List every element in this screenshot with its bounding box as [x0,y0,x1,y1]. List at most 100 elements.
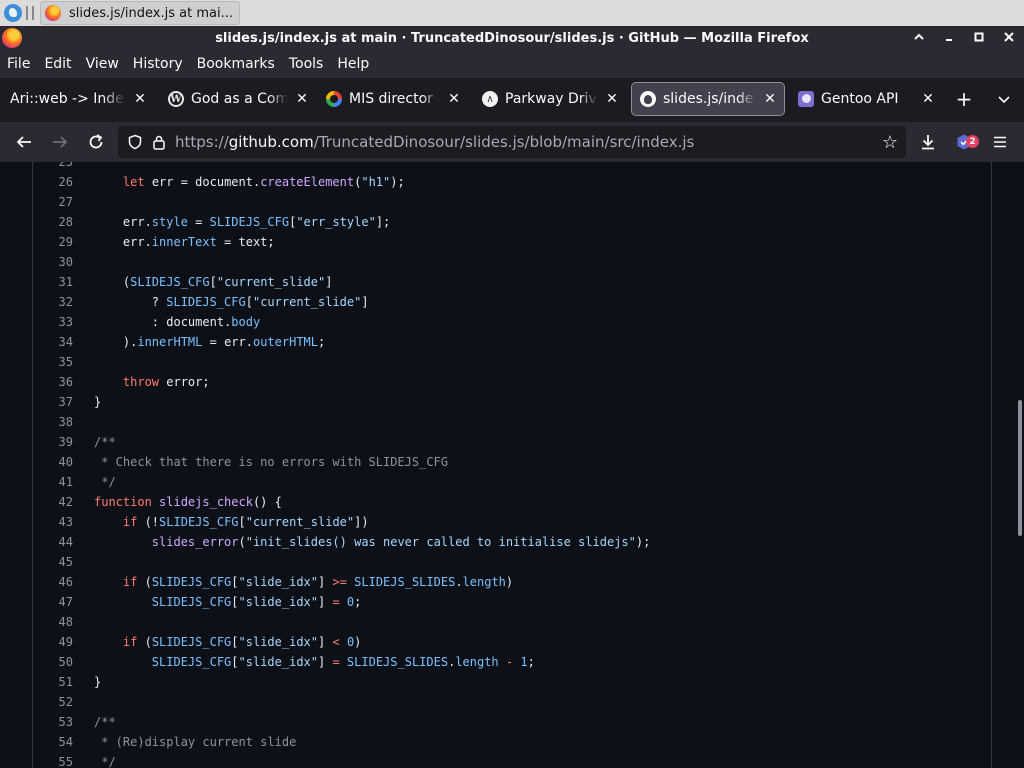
line-number[interactable]: 25 [33,162,73,169]
new-tab-button[interactable]: + [953,87,975,111]
window-maximize-button[interactable] [970,28,988,46]
code-text: ).innerHTML = err.outerHTML; [94,335,325,349]
taskbar-firefox-task[interactable]: slides.js/index.js at mai... [40,1,240,25]
tab-close-button[interactable]: ✕ [762,91,778,107]
app-launcher-icon[interactable] [4,4,22,22]
scrollbar-thumb[interactable] [1018,400,1022,536]
extension-button[interactable]: 2 [952,130,979,154]
tab-ari-web[interactable]: Ari::web -> Index ✕ [2,83,154,115]
code-token: SLIDEJS_CFG [151,575,232,589]
line-number[interactable]: 45 [33,555,73,569]
list-all-tabs-button[interactable] [993,88,1015,110]
tab-bar: Ari::web -> Index ✕ W God as a Comp ✕ MI… [0,78,1024,122]
wordpress-icon: W [168,91,184,107]
code-token: [ [231,575,239,589]
tab-god-as-a-comp[interactable]: W God as a Comp ✕ [160,83,316,115]
code-token: "h1" [361,175,391,189]
lock-icon[interactable] [149,132,169,152]
code-token: : document. [94,315,232,329]
line-number[interactable]: 28 [33,215,73,229]
line-number[interactable]: 41 [33,475,73,489]
tracking-protection-icon[interactable] [125,132,145,152]
line-number[interactable]: 29 [33,235,73,249]
code-text: let err = document.createElement("h1"); [94,175,405,189]
bookmark-star-icon[interactable]: ☆ [880,132,900,153]
forward-button[interactable] [48,130,72,154]
hamburger-menu-icon [994,136,1006,148]
address-bar[interactable]: https://github.com/TruncatedDinosour/sli… [118,126,906,158]
downloads-button[interactable] [916,130,940,154]
code-token: SLIDEJS_CFG [159,515,239,529]
line-number[interactable]: 47 [33,595,73,609]
tab-mis-director[interactable]: MIS director - G ✕ [318,83,468,115]
code-token: ). [94,335,138,349]
tab-close-button[interactable]: ✕ [920,91,936,107]
url-text[interactable]: https://github.com/TruncatedDinosour/sli… [175,133,694,151]
reload-button[interactable] [84,130,108,154]
line-number[interactable]: 37 [33,395,73,409]
tab-gentoo-api[interactable]: Gentoo API ✕ [790,83,942,115]
line-number[interactable]: 46 [33,575,73,589]
back-button[interactable] [12,130,36,154]
line-number[interactable]: 50 [33,655,73,669]
line-number[interactable]: 52 [33,695,73,709]
tab-close-button[interactable]: ✕ [604,91,620,107]
code-token: */ [94,475,116,489]
arrow-left-icon [16,136,31,148]
window-minimize-button[interactable] [940,28,958,46]
code-token: = [332,655,340,669]
line-number[interactable]: 26 [33,175,73,189]
tab-close-button[interactable]: ✕ [446,91,462,107]
code-line: 40 * Check that there is no errors with … [33,452,650,472]
line-number[interactable]: 34 [33,335,73,349]
line-number[interactable]: 27 [33,195,73,209]
tab-close-button[interactable]: ✕ [294,91,310,107]
code-token: "current_slide" [216,275,326,289]
code-token: ; [354,595,362,609]
tab-close-button[interactable]: ✕ [132,91,148,107]
line-number[interactable]: 42 [33,495,73,509]
code-token: ) [505,575,514,589]
code-text: */ [94,755,115,768]
menu-bookmarks[interactable]: Bookmarks [197,56,275,72]
code-token: } [94,675,102,689]
line-number[interactable]: 49 [33,635,73,649]
code-line: 25 [33,162,650,172]
code-token: slides_error [151,535,239,549]
app-menu-button[interactable] [988,130,1012,154]
menu-file[interactable]: File [7,56,30,72]
line-number[interactable]: 33 [33,315,73,329]
line-number[interactable]: 39 [33,435,73,449]
line-number[interactable]: 38 [33,415,73,429]
code-text: SLIDEJS_CFG["slide_idx"] = SLIDEJS_SLIDE… [94,655,535,669]
line-number[interactable]: 43 [33,515,73,529]
menu-help[interactable]: Help [337,56,369,72]
tab-parkway-drive[interactable]: ∧ Parkway Drive ✕ [474,83,626,115]
tab-slides-js[interactable]: slides.js/index.j ✕ [631,82,785,116]
code-token: if [122,575,138,589]
window-shade-button[interactable] [910,28,928,46]
code-line: 49 if (SLIDEJS_CFG["slide_idx"] < 0) [33,632,650,652]
parkway-icon: ∧ [482,91,498,107]
menu-view[interactable]: View [86,56,119,72]
code-token: . [455,575,463,589]
window-close-button[interactable] [1000,28,1018,46]
menu-edit[interactable]: Edit [44,56,71,72]
menu-tools[interactable]: Tools [289,56,324,72]
line-number[interactable]: 30 [33,255,73,269]
line-number[interactable]: 55 [33,755,73,768]
line-number[interactable]: 53 [33,715,73,729]
line-number[interactable]: 35 [33,355,73,369]
menu-history[interactable]: History [133,56,183,72]
line-number[interactable]: 31 [33,275,73,289]
line-number[interactable]: 44 [33,535,73,549]
line-number[interactable]: 36 [33,375,73,389]
line-number[interactable]: 40 [33,455,73,469]
code-line: 35 [33,352,650,372]
page-scrollbar[interactable] [1014,162,1024,768]
code-line: 27 [33,192,650,212]
line-number[interactable]: 48 [33,615,73,629]
line-number[interactable]: 54 [33,735,73,749]
line-number[interactable]: 51 [33,675,73,689]
line-number[interactable]: 32 [33,295,73,309]
